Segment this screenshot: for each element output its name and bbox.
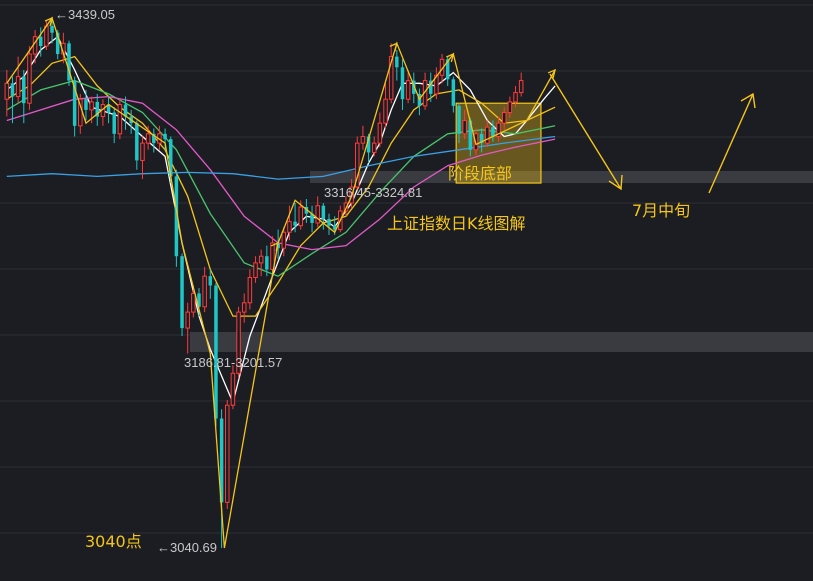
chart-title-cn: 上证指数日K线图解 <box>387 214 526 233</box>
mid-low-label: 3186.81-3201.57 <box>184 355 282 370</box>
low-label: ←3040.69 <box>157 540 217 555</box>
candle-body <box>89 101 94 111</box>
candle-body <box>4 82 10 100</box>
candle-body <box>135 123 139 161</box>
stage-bottom-label: 阶段底部 <box>448 164 512 183</box>
candle-body <box>180 256 184 329</box>
candle-body <box>265 256 269 270</box>
candle-body <box>27 53 32 104</box>
candle-body <box>22 76 26 104</box>
support-zone <box>190 332 813 352</box>
candle-body <box>491 127 495 137</box>
resistance-zone <box>310 171 813 183</box>
candle-body <box>371 142 377 153</box>
candle-body <box>462 120 467 135</box>
candle-body <box>140 142 145 161</box>
forecast-label: 7月中旬 <box>632 201 690 220</box>
candle-body <box>247 277 253 304</box>
candle-body <box>281 231 287 249</box>
candle-body <box>405 80 411 100</box>
mid-high-label: 3316.45-3324.81 <box>324 185 422 200</box>
candle-body <box>44 25 49 47</box>
candle-body <box>253 262 258 279</box>
candle-body <box>145 133 151 144</box>
candle-body <box>225 404 230 503</box>
candle-body <box>293 221 297 226</box>
support-zones <box>190 171 813 352</box>
candle-body <box>84 99 88 110</box>
candle-body <box>50 26 54 33</box>
candles <box>4 18 524 548</box>
candle-body <box>485 126 490 144</box>
chart-root: ←3439.05 ←3040.69 3040点 3186.81-3201.57 … <box>0 0 813 581</box>
candle-body <box>185 311 190 329</box>
candle-body <box>230 372 236 406</box>
candle-body <box>258 255 264 264</box>
candle-body <box>214 285 218 419</box>
candle-body <box>241 302 247 313</box>
candle-body <box>513 92 518 103</box>
candle-body <box>287 221 292 233</box>
candle-body <box>202 275 207 308</box>
candle-body <box>208 276 213 286</box>
candle-body <box>191 292 196 313</box>
candle-body <box>38 36 43 47</box>
candlestick-chart[interactable]: ←3439.05 ←3040.69 3040点 3186.81-3201.57 … <box>0 0 813 581</box>
candle-body <box>507 101 513 114</box>
candle-body <box>395 56 399 68</box>
candle-body <box>117 104 123 135</box>
candle-body <box>360 135 366 144</box>
candle-body <box>327 218 331 226</box>
candle-body <box>10 83 15 97</box>
candle-body <box>377 122 383 144</box>
candle-body <box>112 112 116 134</box>
candle-body <box>15 76 21 98</box>
candle-body <box>501 112 507 124</box>
candle-body <box>383 98 388 124</box>
candle-body <box>321 205 326 219</box>
candle-body <box>400 67 405 100</box>
candle-body <box>163 133 167 140</box>
candle-body <box>451 79 456 106</box>
high-label: ←3439.05 <box>55 7 115 22</box>
candle-body <box>298 206 303 227</box>
low-point-label: 3040点 <box>85 532 142 551</box>
candle-body <box>518 80 524 94</box>
candle-body <box>457 105 461 134</box>
